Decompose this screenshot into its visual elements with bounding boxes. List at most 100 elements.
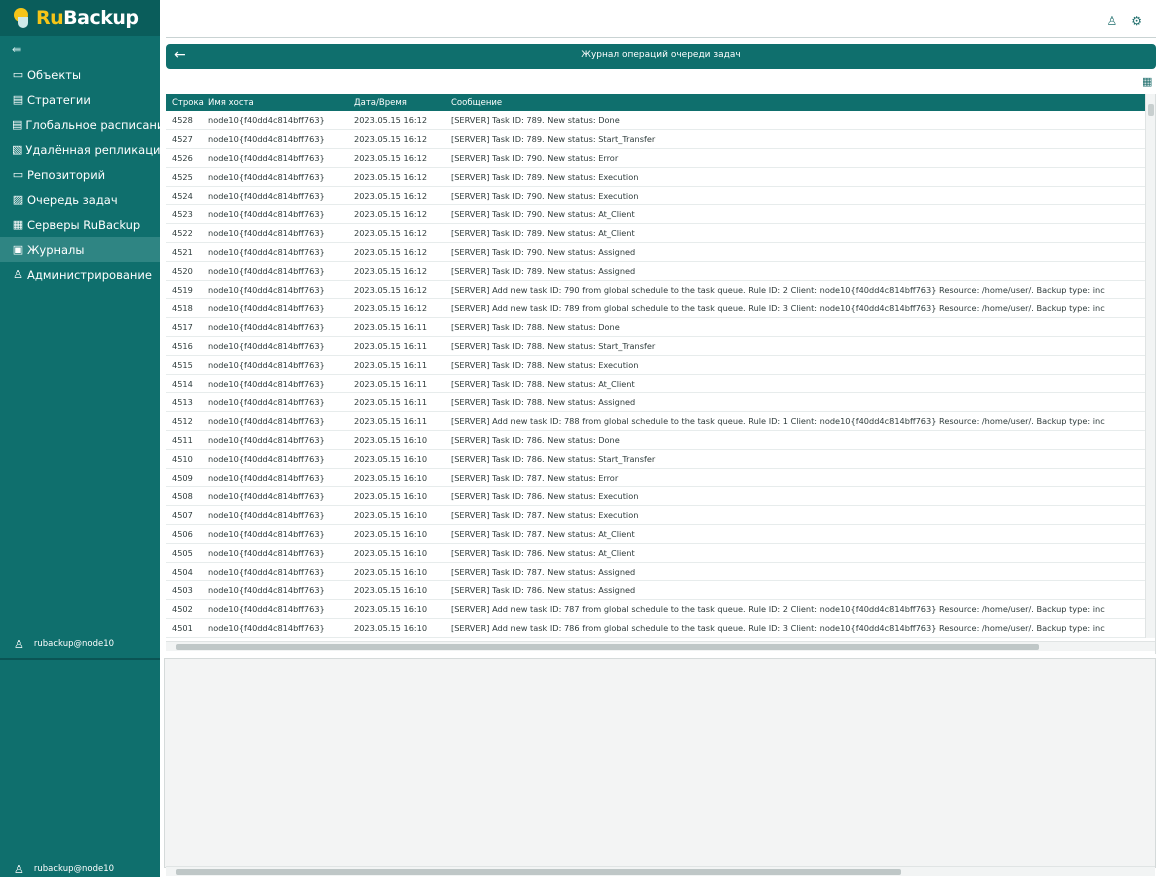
sidebar-user[interactable]: ♙ rubackup@node10 xyxy=(0,635,160,653)
table-row[interactable]: 4527 node10{f40dd4c814bff763} 2023.05.15 1… xyxy=(166,129,1146,150)
cell-message: [SERVER] Task ID: 786. New status: Done xyxy=(445,430,1146,450)
table-row[interactable]: 4513 node10{f40dd4c814bff763} 2023.05.15 1… xyxy=(166,392,1146,413)
cell-message: [SERVER] Add new task ID: 789 from globa… xyxy=(445,298,1146,319)
table-row[interactable]: 4525 node10{f40dd4c814bff763} 2023.05.15 1… xyxy=(166,167,1146,187)
cell-hostname: node10{f40dd4c814bff763} xyxy=(202,111,348,131)
table-row[interactable]: 4511 node10{f40dd4c814bff763} 2023.05.15 1… xyxy=(166,430,1146,450)
cell-hostname: node10{f40dd4c814bff763} xyxy=(202,543,348,563)
cell-message: [SERVER] Task ID: 787. New status: Execu… xyxy=(445,505,1146,526)
table-row[interactable]: 4516 node10{f40dd4c814bff763} 2023.05.15 1… xyxy=(166,336,1146,356)
table-row[interactable]: 4503 node10{f40dd4c814bff763} 2023.05.15 1… xyxy=(166,580,1146,601)
collapse-sidebar-icon[interactable]: ⇚ xyxy=(0,36,160,62)
sidebar-item-servers[interactable]: ▦ Серверы RuBackup xyxy=(0,212,160,237)
strategy-icon: ▤ xyxy=(12,93,24,106)
cell-row-number: 4519 xyxy=(166,280,202,300)
column-header-hostname[interactable]: Имя хоста xyxy=(202,94,348,111)
table-row[interactable]: 4507 node10{f40dd4c814bff763} 2023.05.15 1… xyxy=(166,505,1146,526)
page-title: Журнал операций очереди задач xyxy=(581,50,741,60)
replication-icon: ▧ xyxy=(12,143,23,156)
cell-datetime: 2023.05.15 16:10 xyxy=(348,580,445,601)
journal-icon: ▣ xyxy=(12,243,24,256)
table-row[interactable]: 4518 node10{f40dd4c814bff763} 2023.05.15 1… xyxy=(166,298,1146,319)
sidebar-item-admin[interactable]: ♙ Администрирование xyxy=(0,262,160,287)
sidebar-user-label: rubackup@node10 xyxy=(33,639,115,649)
table-row[interactable]: 4508 node10{f40dd4c814bff763} 2023.05.15 1… xyxy=(166,486,1146,507)
cell-hostname: node10{f40dd4c814bff763} xyxy=(202,524,348,544)
table-row[interactable]: 4519 node10{f40dd4c814bff763} 2023.05.15 1… xyxy=(166,280,1146,300)
table-columns-icon[interactable]: ▦ xyxy=(1142,75,1152,88)
sidebar-item-label: Журналы xyxy=(27,242,85,257)
sidebar-item-label: Объекты xyxy=(27,67,82,82)
cell-datetime: 2023.05.15 16:10 xyxy=(348,618,445,638)
cell-row-number: 4502 xyxy=(166,599,202,620)
sidebar-item-strategy[interactable]: ▤ Стратегии xyxy=(0,87,160,112)
table-row[interactable]: 4517 node10{f40dd4c814bff763} 2023.05.15 1… xyxy=(166,317,1146,338)
sidebar-item-repository[interactable]: ▭ Репозиторий xyxy=(0,162,160,187)
repository-icon: ▭ xyxy=(12,168,24,181)
table-row[interactable]: 4526 node10{f40dd4c814bff763} 2023.05.15 1… xyxy=(166,148,1146,168)
cell-datetime: 2023.05.15 16:12 xyxy=(348,242,445,262)
cell-datetime: 2023.05.15 16:12 xyxy=(348,111,445,131)
details-panel xyxy=(164,658,1156,868)
cell-datetime: 2023.05.15 16:10 xyxy=(348,562,445,582)
logo-ru-text: Ru xyxy=(36,7,64,29)
cell-datetime: 2023.05.15 16:12 xyxy=(348,280,445,300)
cell-row-number: 4527 xyxy=(166,129,202,150)
cell-message: [SERVER] Add new task ID: 790 from globa… xyxy=(445,280,1146,300)
cell-datetime: 2023.05.15 16:12 xyxy=(348,167,445,187)
cell-message: [SERVER] Task ID: 787. New status: Assig… xyxy=(445,562,1146,582)
table-row[interactable]: 4523 node10{f40dd4c814bff763} 2023.05.15 1… xyxy=(166,204,1146,225)
table-row[interactable]: 4528 node10{f40dd4c814bff763} 2023.05.15 1… xyxy=(166,111,1146,131)
cell-row-number: 4522 xyxy=(166,223,202,244)
table-vertical-scrollbar[interactable] xyxy=(1145,94,1155,638)
table-row[interactable]: 4522 node10{f40dd4c814bff763} 2023.05.15 1… xyxy=(166,223,1146,244)
cell-message: [SERVER] Task ID: 788. New status: At_Cl… xyxy=(445,374,1146,394)
cell-hostname: node10{f40dd4c814bff763} xyxy=(202,148,348,168)
cell-row-number: 4513 xyxy=(166,392,202,413)
table-row[interactable]: 4510 node10{f40dd4c814bff763} 2023.05.15 1… xyxy=(166,449,1146,469)
sidebar-item-journal[interactable]: ▣ Журналы xyxy=(0,237,160,262)
cell-row-number: 4520 xyxy=(166,261,202,281)
table-row[interactable]: 4515 node10{f40dd4c814bff763} 2023.05.15 1… xyxy=(166,355,1146,375)
user-icon: ♙ xyxy=(14,637,24,651)
sidebar-item-calendar[interactable]: ▤ Глобальное расписание xyxy=(0,112,171,137)
table-row[interactable]: 4505 node10{f40dd4c814bff763} 2023.05.15 1… xyxy=(166,543,1146,563)
rubackup-logo-icon xyxy=(12,8,32,28)
sidebar-item-replication[interactable]: ▧ Удалённая репликация xyxy=(0,137,167,162)
sidebar-user-bottom[interactable]: ♙ rubackup@node10 xyxy=(0,860,160,877)
table-row[interactable]: 4509 node10{f40dd4c814bff763} 2023.05.15 1… xyxy=(166,468,1146,488)
column-header-datetime[interactable]: Дата/Время xyxy=(348,94,445,111)
cell-message: [SERVER] Task ID: 789. New status: At_Cl… xyxy=(445,223,1146,244)
cell-hostname: node10{f40dd4c814bff763} xyxy=(202,411,348,432)
table-row[interactable]: 4512 node10{f40dd4c814bff763} 2023.05.15 1… xyxy=(166,411,1146,432)
table-row[interactable]: 4524 node10{f40dd4c814bff763} 2023.05.15 1… xyxy=(166,186,1146,206)
cell-message: [SERVER] Task ID: 790. New status: Error xyxy=(445,148,1146,168)
profile-icon[interactable]: ♙ xyxy=(1106,14,1117,28)
monitor-icon: ▭ xyxy=(12,68,24,81)
table-row[interactable]: 4504 node10{f40dd4c814bff763} 2023.05.15 1… xyxy=(166,562,1146,582)
table-row[interactable]: 4521 node10{f40dd4c814bff763} 2023.05.15 1… xyxy=(166,242,1146,262)
cell-hostname: node10{f40dd4c814bff763} xyxy=(202,317,348,338)
cell-datetime: 2023.05.15 16:10 xyxy=(348,524,445,544)
table-row[interactable]: 4502 node10{f40dd4c814bff763} 2023.05.15 1… xyxy=(166,599,1146,620)
cell-message: [SERVER] Task ID: 789. New status: Done xyxy=(445,111,1146,131)
details-horizontal-scrollbar[interactable] xyxy=(166,866,1155,876)
table-row[interactable]: 4501 node10{f40dd4c814bff763} 2023.05.15 1… xyxy=(166,618,1146,638)
calendar-icon: ▤ xyxy=(12,118,23,131)
sidebar-item-queue[interactable]: ▨ Очередь задач xyxy=(0,187,160,212)
cell-message: [SERVER] Task ID: 790. New status: Assig… xyxy=(445,242,1146,262)
cell-row-number: 4509 xyxy=(166,468,202,488)
cell-hostname: node10{f40dd4c814bff763} xyxy=(202,486,348,507)
cell-message: [SERVER] Add new task ID: 786 from globa… xyxy=(445,618,1146,638)
table-row[interactable]: 4506 node10{f40dd4c814bff763} 2023.05.15 1… xyxy=(166,524,1146,544)
table-horizontal-scrollbar[interactable] xyxy=(166,641,1155,651)
table-row[interactable]: 4520 node10{f40dd4c814bff763} 2023.05.15 1… xyxy=(166,261,1146,281)
table-row[interactable]: 4514 node10{f40dd4c814bff763} 2023.05.15 1… xyxy=(166,374,1146,394)
cell-datetime: 2023.05.15 16:12 xyxy=(348,129,445,150)
top-toolbar: ♙ ⚙ xyxy=(1106,14,1142,28)
column-header-message[interactable]: Сообщение xyxy=(445,94,1146,111)
column-header-row-number[interactable]: Строка xyxy=(166,94,204,111)
sidebar-item-monitor[interactable]: ▭ Объекты xyxy=(0,62,160,87)
settings-gear-icon[interactable]: ⚙ xyxy=(1131,14,1142,28)
cell-datetime: 2023.05.15 16:10 xyxy=(348,599,445,620)
